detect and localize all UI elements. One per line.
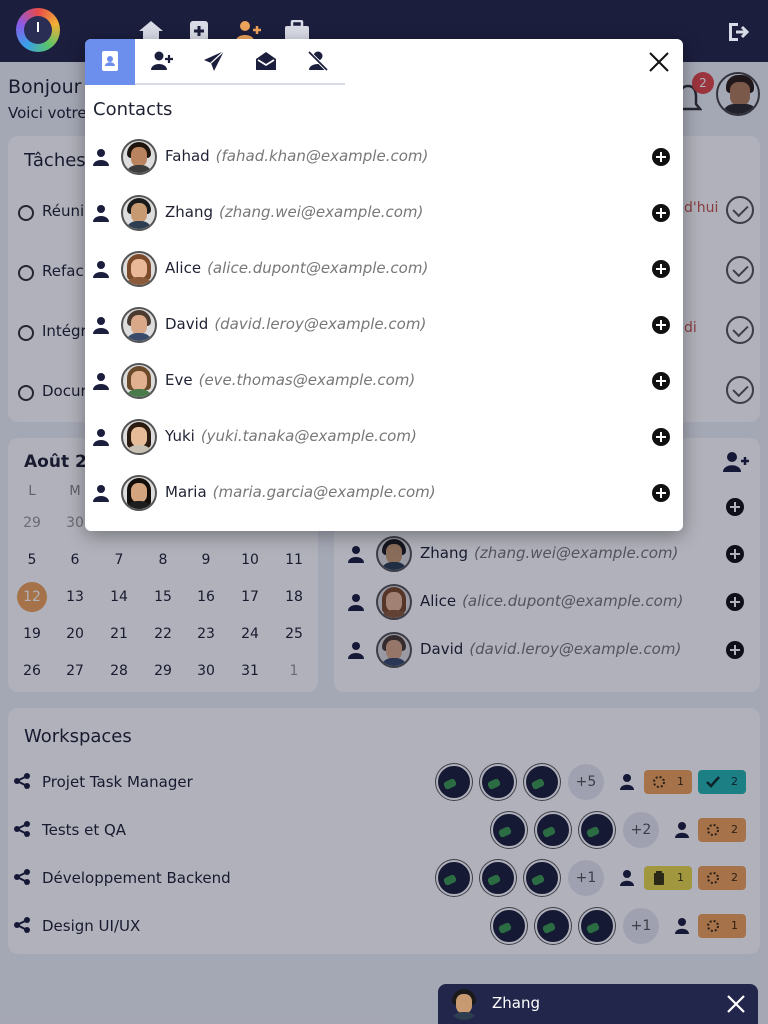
avatar: [121, 475, 157, 511]
avatar: [121, 307, 157, 343]
avatar: [121, 195, 157, 231]
avatar: [121, 363, 157, 399]
contact-name-text: Maria: [165, 483, 207, 501]
person-icon: [93, 317, 109, 334]
modal-tabs: [85, 39, 345, 85]
contact-name-text: Yuki: [165, 427, 195, 445]
avatar: [121, 419, 157, 455]
contact-name: Eve (eve.thomas@example.com): [165, 371, 415, 389]
logout-icon[interactable]: [726, 20, 750, 44]
contact-name-text: Eve: [165, 371, 193, 389]
contact-row[interactable]: Zhang (zhang.wei@example.com): [85, 193, 683, 233]
person-icon: [93, 261, 109, 278]
avatar: [121, 139, 157, 175]
add-contact-button[interactable]: [652, 428, 670, 446]
contact-email: (eve.thomas@example.com): [198, 371, 416, 389]
add-contact-button[interactable]: [652, 372, 670, 390]
contact-email: (alice.dupont@example.com): [207, 259, 429, 277]
contact-row[interactable]: Maria (maria.garcia@example.com): [85, 473, 683, 513]
person-icon: [93, 205, 109, 222]
contacts-modal: Contacts Fahad (fahad.khan@example.com) Z…: [85, 39, 683, 531]
avatar: [448, 988, 480, 1020]
contacts-book-icon: [102, 51, 118, 71]
add-contact-button[interactable]: [652, 260, 670, 278]
contact-name-text: David: [165, 315, 209, 333]
tab-inbox[interactable]: [241, 39, 291, 85]
modal-title: Contacts: [93, 99, 173, 120]
chat-contact-name: Zhang: [492, 994, 541, 1012]
avatar: [121, 251, 157, 287]
tab-contacts[interactable]: [85, 39, 135, 85]
contact-email: (maria.garcia@example.com): [212, 483, 436, 501]
send-icon: [204, 50, 225, 71]
contact-row[interactable]: Fahad (fahad.khan@example.com): [85, 137, 683, 177]
contact-name-text: Fahad: [165, 147, 210, 165]
open-mail-icon: [256, 52, 276, 70]
person-icon: [93, 485, 109, 502]
contact-name-text: Alice: [165, 259, 202, 277]
app-logo[interactable]: [16, 8, 60, 52]
contact-name: Yuki (yuki.tanaka@example.com): [165, 427, 417, 445]
chat-bar[interactable]: Zhang: [438, 984, 758, 1024]
contact-email: (zhang.wei@example.com): [219, 203, 424, 221]
contact-name: Fahad (fahad.khan@example.com): [165, 147, 428, 165]
contact-name-text: Zhang: [165, 203, 214, 221]
tab-add-user[interactable]: [137, 39, 187, 85]
contact-row[interactable]: Yuki (yuki.tanaka@example.com): [85, 417, 683, 457]
add-contact-button[interactable]: [652, 204, 670, 222]
close-icon[interactable]: [726, 994, 746, 1014]
contact-email: (yuki.tanaka@example.com): [200, 427, 417, 445]
contact-email: (david.leroy@example.com): [214, 315, 427, 333]
contact-name: Alice (alice.dupont@example.com): [165, 259, 428, 277]
add-user-icon: [151, 51, 173, 70]
tab-remove-user[interactable]: [293, 39, 343, 85]
contact-name: Zhang (zhang.wei@example.com): [165, 203, 423, 221]
remove-user-icon: [307, 50, 329, 72]
tab-send[interactable]: [189, 39, 239, 85]
contact-row[interactable]: Eve (eve.thomas@example.com): [85, 361, 683, 401]
add-contact-button[interactable]: [652, 316, 670, 334]
add-contact-button[interactable]: [652, 484, 670, 502]
add-contact-button[interactable]: [652, 148, 670, 166]
person-icon: [93, 149, 109, 166]
contact-email: (fahad.khan@example.com): [215, 147, 429, 165]
contact-name: David (david.leroy@example.com): [165, 315, 426, 333]
contact-name: Maria (maria.garcia@example.com): [165, 483, 436, 501]
close-icon[interactable]: [648, 51, 670, 73]
contact-row[interactable]: Alice (alice.dupont@example.com): [85, 249, 683, 289]
contact-row[interactable]: David (david.leroy@example.com): [85, 305, 683, 345]
person-icon: [93, 373, 109, 390]
person-icon: [93, 429, 109, 446]
